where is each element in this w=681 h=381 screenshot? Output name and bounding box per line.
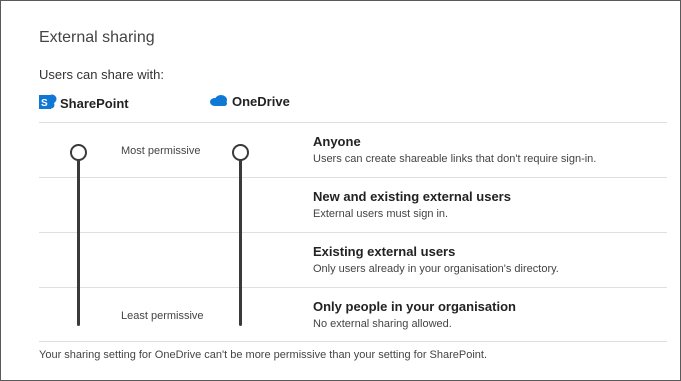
sharepoint-slider-handle[interactable] — [70, 144, 87, 161]
external-sharing-panel: External sharing Users can share with: S… — [0, 0, 681, 381]
least-permissive-label: Least permissive — [121, 310, 204, 322]
onedrive-slider-handle[interactable] — [232, 144, 249, 161]
most-permissive-label: Most permissive — [121, 145, 201, 157]
option-anyone-desc: Users can create shareable links that do… — [313, 153, 597, 165]
option-existing-external-desc: Only users already in your organisation'… — [313, 263, 559, 275]
panel-subtitle: Users can share with: — [39, 67, 164, 82]
sharepoint-icon: S — [39, 93, 57, 114]
onedrive-header: OneDrive — [209, 93, 290, 110]
divider — [39, 177, 667, 178]
onedrive-cloud-icon — [209, 93, 229, 110]
onedrive-limit-note: Your sharing setting for OneDrive can't … — [39, 349, 488, 361]
sharepoint-slider-track[interactable] — [77, 151, 80, 326]
svg-text:S: S — [41, 98, 48, 109]
divider — [39, 287, 667, 288]
onedrive-slider-track[interactable] — [239, 151, 242, 326]
divider — [39, 232, 667, 233]
divider — [39, 122, 667, 123]
option-organisation-only-desc: No external sharing allowed. — [313, 318, 452, 330]
option-new-existing-external-desc: External users must sign in. — [313, 208, 449, 220]
option-organisation-only-title: Only people in your organisation — [313, 299, 516, 314]
panel-title: External sharing — [39, 29, 155, 46]
onedrive-label: OneDrive — [232, 94, 290, 109]
divider — [39, 341, 667, 342]
option-new-existing-external-title: New and existing external users — [313, 189, 511, 204]
sharepoint-header: S SharePoint — [39, 93, 129, 114]
sharepoint-label: SharePoint — [60, 96, 129, 111]
option-anyone-title: Anyone — [313, 134, 361, 149]
option-existing-external-title: Existing external users — [313, 244, 456, 259]
